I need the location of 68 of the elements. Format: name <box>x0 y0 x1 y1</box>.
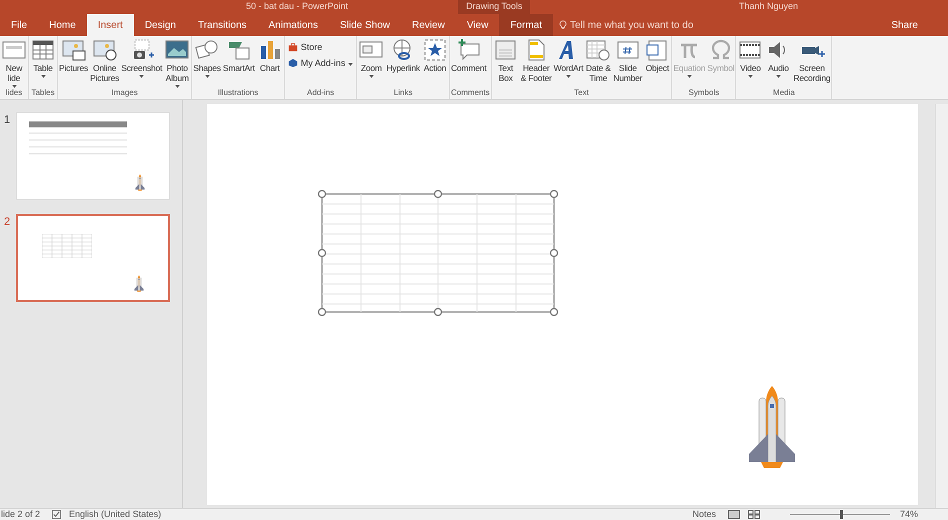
ribbon-tab[interactable]: File <box>0 14 38 36</box>
group-label: Symbols <box>688 88 720 99</box>
slide-thumbnail[interactable] <box>16 214 170 302</box>
normal-view-icon[interactable] <box>728 510 740 519</box>
user-name: Thanh Nguyen <box>738 0 798 14</box>
group-label: Media <box>772 88 796 99</box>
group-label: Illustrations <box>216 88 260 99</box>
ribbon-button[interactable]: Date & Time <box>585 38 612 83</box>
ribbon-button[interactable]: Pictures <box>59 38 88 73</box>
group-label: Text <box>573 88 590 99</box>
group-label: Add-ins <box>306 88 336 99</box>
window-title: 50 - bat dau - PowerPoint <box>246 0 348 14</box>
table-thumbnail-drawing <box>42 234 92 258</box>
ribbon-button[interactable]: Table <box>30 38 56 78</box>
share-button[interactable]: Share <box>891 14 918 36</box>
ribbon-button[interactable]: Screen Recording <box>793 38 830 83</box>
ribbon-tab[interactable]: Animations <box>258 14 329 36</box>
scroll-bar[interactable] <box>935 104 948 508</box>
group-label: Links <box>392 88 414 99</box>
slide-counter: lide 2 of 2 <box>1 510 40 519</box>
selected-table-drawing[interactable] <box>318 190 558 316</box>
add-ins-icon <box>288 58 298 68</box>
lightbulb-icon <box>558 20 567 30</box>
tell-me-field[interactable]: Tell me what you want to do <box>570 18 740 32</box>
ribbon-button[interactable]: Object <box>644 38 670 73</box>
ribbon-tab[interactable]: Review <box>401 14 456 36</box>
slide-sorter-icon[interactable] <box>748 510 760 519</box>
slide-number: 2 <box>4 215 12 230</box>
ribbon-button[interactable]: Screenshot <box>121 38 162 78</box>
ribbon-button[interactable]: Zoom <box>358 38 384 78</box>
context-tab-label: Drawing Tools <box>458 0 530 14</box>
ribbon-tab[interactable]: Insert <box>86 14 134 36</box>
ribbon-tab[interactable]: Format <box>499 14 553 36</box>
ribbon-tab[interactable]: Home <box>38 14 87 36</box>
ribbon-button[interactable]: Video <box>737 38 764 78</box>
ribbon-tab[interactable]: Design <box>134 14 187 36</box>
ribbon-button[interactable]: Online Pictures <box>90 38 120 83</box>
ribbon-button[interactable]: Slide Number <box>613 38 642 83</box>
notes-button[interactable]: Notes <box>692 510 716 519</box>
ribbon-button[interactable]: My Add-ins <box>288 58 354 68</box>
ribbon-button[interactable]: Photo Album <box>164 38 190 88</box>
slide-number: 1 <box>4 113 12 128</box>
ribbon-tab[interactable]: View <box>456 14 500 36</box>
group-label: Tables <box>30 88 56 99</box>
ribbon-button[interactable]: WordArt <box>554 38 584 78</box>
group-label: Images <box>110 88 139 99</box>
ribbon-button[interactable]: Audio <box>765 38 792 78</box>
space-shuttle-drawing <box>134 274 144 294</box>
group-label: lides <box>4 88 24 99</box>
group-label: Comments <box>450 88 490 99</box>
space-shuttle-drawing <box>135 173 145 193</box>
zoom-percent: 74% <box>900 510 918 519</box>
ribbon-button[interactable]: Shapes <box>193 38 221 78</box>
ribbon-tab[interactable]: Slide Show <box>328 14 402 36</box>
spell-check-icon <box>52 510 62 519</box>
ribbon-button[interactable]: New lide <box>1 38 27 88</box>
ribbon-button[interactable]: Comment <box>450 38 486 73</box>
ribbon-button[interactable]: Hyperlink <box>386 38 420 73</box>
ribbon-button[interactable]: Action <box>422 38 448 73</box>
ribbon-button[interactable]: Store <box>288 42 354 52</box>
ribbon-button[interactable]: Header & Footer <box>520 38 552 83</box>
language-label: English (United States) <box>69 510 162 519</box>
zoom-thumb[interactable] <box>840 510 843 519</box>
ribbon-button[interactable]: Chart <box>256 38 283 73</box>
ribbon-tab[interactable]: Transitions <box>186 14 258 36</box>
ribbon-button[interactable]: Text Box <box>492 38 519 83</box>
ribbon-button[interactable]: SmartArt <box>222 38 255 73</box>
store-icon <box>288 42 298 52</box>
